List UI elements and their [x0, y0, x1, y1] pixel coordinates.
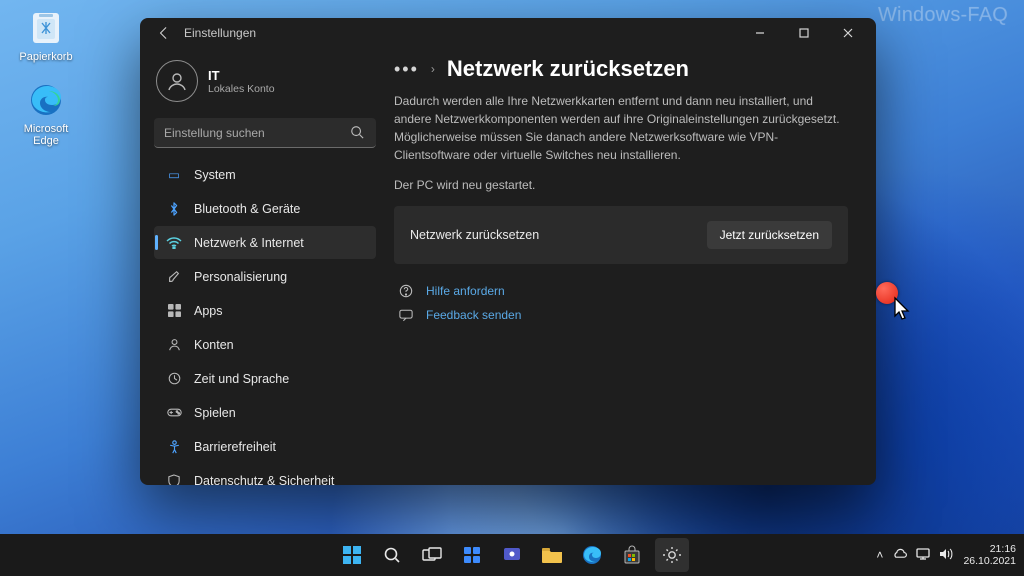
- feedback-link[interactable]: Feedback senden: [426, 308, 521, 322]
- restart-note: Der PC wird neu gestartet.: [394, 176, 844, 194]
- wifi-icon: [166, 235, 182, 251]
- main-content: ••• › Netzwerk zurücksetzen Dadurch werd…: [384, 48, 876, 485]
- account-name: IT: [208, 68, 275, 83]
- window-title-bar: Einstellungen: [140, 18, 876, 48]
- display-icon: ▭: [166, 167, 182, 183]
- desktop-icon-edge[interactable]: Microsoft Edge: [12, 80, 80, 147]
- feedback-link-row: Feedback senden: [398, 308, 848, 322]
- watermark-text: Windows-FAQ: [878, 4, 1008, 27]
- desktop-icon-label: Papierkorb: [19, 51, 72, 63]
- clock-icon: [166, 371, 182, 387]
- highlight-marker: [876, 282, 898, 304]
- desktop-icon-recycle-bin[interactable]: Papierkorb: [12, 8, 80, 63]
- desktop-icon-label: Microsoft Edge: [12, 123, 80, 147]
- sidebar-item-personalization[interactable]: Personalisierung: [154, 260, 376, 293]
- search-input[interactable]: [154, 118, 376, 148]
- clock-time: 21:16: [990, 543, 1016, 555]
- store-button[interactable]: [615, 538, 649, 572]
- minimize-button[interactable]: [738, 18, 782, 48]
- help-link[interactable]: Hilfe anfordern: [426, 284, 505, 298]
- page-description: Dadurch werden alle Ihre Netzwerkkarten …: [394, 92, 844, 164]
- nav-list: ▭ System Bluetooth & Geräte Netzwerk & In…: [154, 158, 376, 485]
- cursor-icon: [893, 296, 913, 327]
- breadcrumb-more-button[interactable]: •••: [394, 60, 419, 78]
- sidebar-item-apps[interactable]: Apps: [154, 294, 376, 327]
- close-button[interactable]: [826, 18, 870, 48]
- sidebar-item-privacy[interactable]: Datenschutz & Sicherheit: [154, 464, 376, 485]
- recycle-bin-icon: [26, 8, 66, 48]
- gamepad-icon: [166, 405, 182, 421]
- sidebar-item-accounts[interactable]: Konten: [154, 328, 376, 361]
- task-view-button[interactable]: [415, 538, 449, 572]
- account-block[interactable]: IT Lokales Konto: [154, 54, 376, 110]
- sidebar-item-label: Apps: [194, 304, 223, 318]
- sidebar-item-label: Bluetooth & Geräte: [194, 202, 300, 216]
- avatar-icon: [156, 60, 198, 102]
- help-icon: [398, 284, 414, 298]
- desktop: Windows-FAQ Papierkorb Microsoft Edge Ei…: [0, 0, 1024, 576]
- shield-icon: [166, 473, 182, 486]
- settings-window: Einstellungen IT Lokales Konto: [140, 18, 876, 485]
- sidebar-item-label: Spielen: [194, 406, 236, 420]
- reset-card-label: Netzwerk zurücksetzen: [410, 228, 539, 242]
- sidebar: IT Lokales Konto ▭ System Bluetooth & Ger…: [140, 48, 384, 485]
- help-link-row: Hilfe anfordern: [398, 284, 848, 298]
- taskbar-center: [335, 538, 689, 572]
- bluetooth-icon: [166, 201, 182, 217]
- accessibility-icon: [166, 439, 182, 455]
- person-icon: [166, 337, 182, 353]
- tray-network-icon[interactable]: [916, 548, 930, 563]
- edge-icon: [26, 80, 66, 120]
- window-title: Einstellungen: [184, 26, 256, 40]
- sidebar-item-bluetooth[interactable]: Bluetooth & Geräte: [154, 192, 376, 225]
- taskbar-edge-button[interactable]: [575, 538, 609, 572]
- explorer-button[interactable]: [535, 538, 569, 572]
- maximize-button[interactable]: [782, 18, 826, 48]
- sidebar-item-system[interactable]: ▭ System: [154, 158, 376, 191]
- back-button[interactable]: [152, 21, 176, 45]
- sidebar-item-gaming[interactable]: Spielen: [154, 396, 376, 429]
- sidebar-item-label: Zeit und Sprache: [194, 372, 289, 386]
- tray-chevron-up-icon[interactable]: ˄: [876, 548, 883, 563]
- sidebar-item-accessibility[interactable]: Barrierefreiheit: [154, 430, 376, 463]
- reset-now-button[interactable]: Jetzt zurücksetzen: [707, 221, 832, 249]
- breadcrumb: ••• › Netzwerk zurücksetzen: [394, 56, 848, 82]
- sidebar-item-label: System: [194, 168, 236, 182]
- sidebar-item-label: Netzwerk & Internet: [194, 236, 304, 250]
- page-title: Netzwerk zurücksetzen: [447, 56, 689, 82]
- sidebar-item-label: Personalisierung: [194, 270, 287, 284]
- search-box[interactable]: [154, 118, 376, 148]
- chat-button[interactable]: [495, 538, 529, 572]
- clock-date: 26.10.2021: [963, 555, 1016, 567]
- reset-card: Netzwerk zurücksetzen Jetzt zurücksetzen: [394, 206, 848, 264]
- sidebar-item-label: Konten: [194, 338, 234, 352]
- widgets-button[interactable]: [455, 538, 489, 572]
- chevron-right-icon: ›: [431, 62, 435, 76]
- apps-icon: [166, 303, 182, 319]
- tray-onedrive-icon[interactable]: [892, 548, 907, 563]
- account-sub: Lokales Konto: [208, 83, 275, 95]
- sidebar-item-time-language[interactable]: Zeit und Sprache: [154, 362, 376, 395]
- taskbar-clock[interactable]: 21:16 26.10.2021: [963, 543, 1016, 568]
- sidebar-item-label: Datenschutz & Sicherheit: [194, 474, 334, 486]
- feedback-icon: [398, 309, 414, 322]
- taskbar: ˄ 21:16 26.10.2021: [0, 534, 1024, 576]
- taskbar-settings-button[interactable]: [655, 538, 689, 572]
- sidebar-item-network[interactable]: Netzwerk & Internet: [154, 226, 376, 259]
- taskbar-search-button[interactable]: [375, 538, 409, 572]
- system-tray: ˄ 21:16 26.10.2021: [876, 534, 1016, 576]
- tray-volume-icon[interactable]: [939, 548, 953, 563]
- tray-icons: ˄: [876, 548, 953, 563]
- sidebar-item-label: Barrierefreiheit: [194, 440, 276, 454]
- brush-icon: [166, 269, 182, 285]
- start-button[interactable]: [335, 538, 369, 572]
